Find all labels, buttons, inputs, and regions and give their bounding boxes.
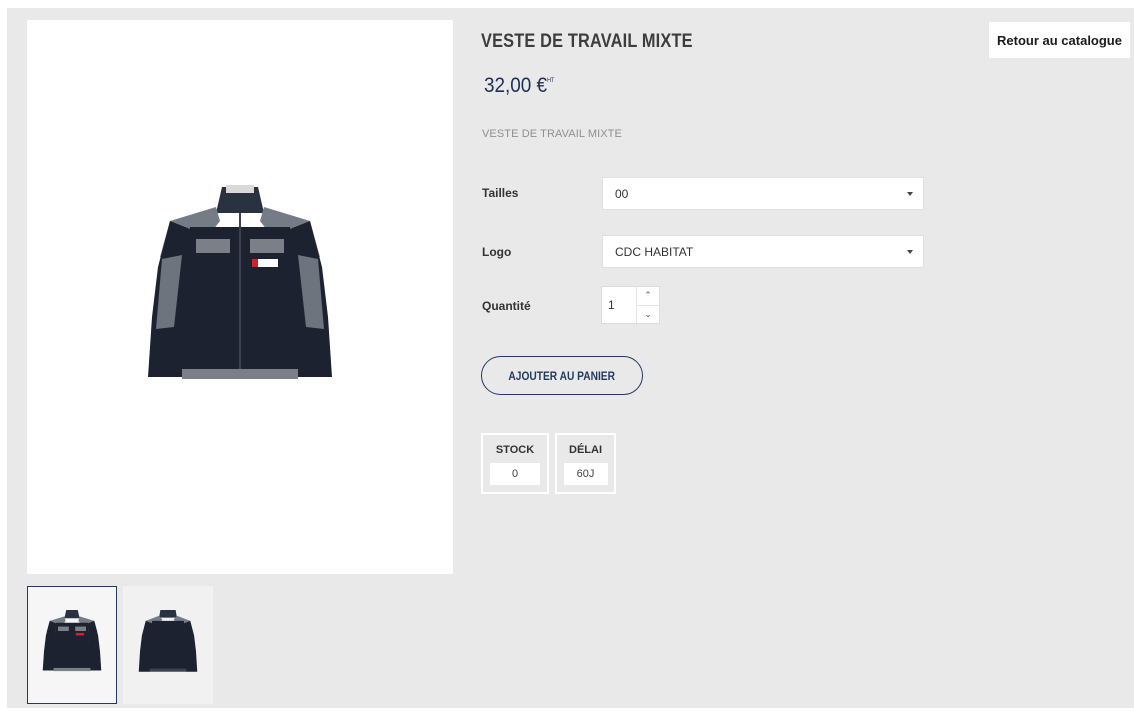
delay-label: DÉLAI	[569, 444, 602, 456]
jacket-front-image	[148, 185, 332, 379]
delay-box: DÉLAI 60J	[555, 433, 616, 494]
stock-label: STOCK	[495, 444, 535, 456]
quantity-stepper[interactable]: 1 ⌃ ⌄	[601, 286, 660, 324]
product-description: VESTE DE TRAVAIL MIXTE	[482, 128, 622, 140]
back-to-catalog-button[interactable]: Retour au catalogue	[989, 22, 1130, 58]
logo-select-value: CDC HABITAT	[615, 244, 694, 259]
main-product-image	[27, 20, 453, 574]
add-to-cart-label: AJOUTER AU PANIER	[508, 368, 616, 383]
product-title: VESTE DE TRAVAIL MIXTE	[481, 31, 693, 52]
size-select[interactable]: 00	[602, 177, 924, 210]
add-to-cart-button[interactable]: AJOUTER AU PANIER	[481, 356, 643, 395]
delay-value: 60J	[563, 463, 608, 485]
stock-box: STOCK 0	[481, 433, 549, 494]
logo-label: Logo	[482, 245, 512, 259]
jacket-back-thumb-image	[138, 610, 198, 672]
thumbnail-back[interactable]	[123, 586, 213, 704]
price-value: 32,00 €	[484, 74, 548, 97]
quantity-input[interactable]: 1	[602, 287, 636, 323]
chevron-down-icon	[907, 192, 913, 196]
size-label: Tailles	[482, 186, 519, 200]
jacket-front-thumb-image	[42, 610, 102, 672]
thumbnail-front[interactable]	[27, 586, 117, 704]
logo-select[interactable]: CDC HABITAT	[602, 235, 924, 268]
product-price: 32,00 €HT	[484, 74, 554, 98]
chevron-down-icon[interactable]: ⌄	[637, 306, 659, 324]
price-suffix: HT	[547, 78, 555, 84]
chevron-down-icon	[907, 250, 913, 254]
quantity-label: Quantité	[482, 299, 531, 313]
chevron-up-icon[interactable]: ⌃	[637, 287, 659, 306]
thumbnail-strip	[27, 586, 213, 704]
size-select-value: 00	[615, 186, 629, 201]
quantity-arrows: ⌃ ⌄	[636, 287, 659, 323]
stock-value: 0	[490, 463, 540, 485]
